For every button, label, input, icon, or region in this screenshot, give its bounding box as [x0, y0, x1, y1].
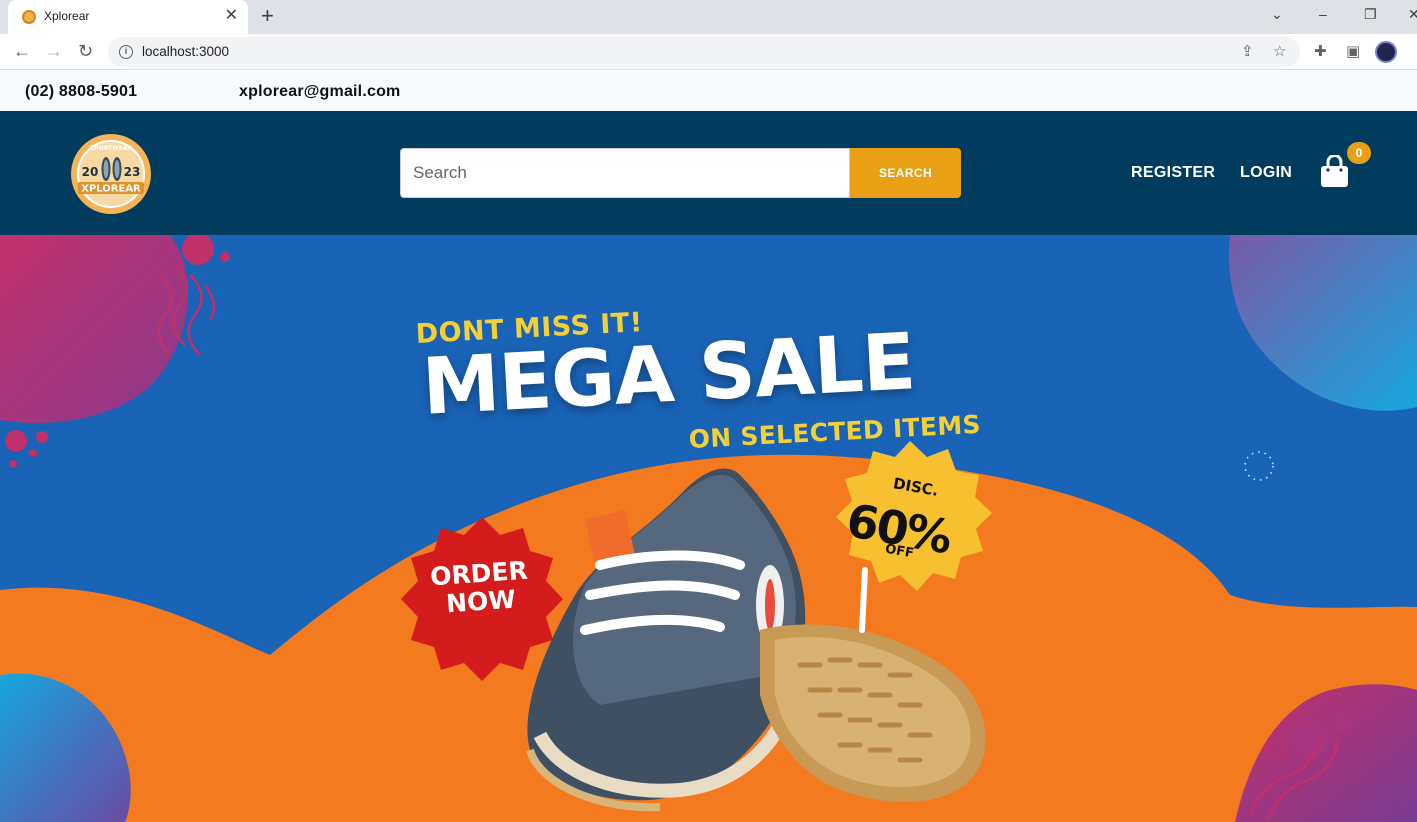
- logo-tagline: SPORTWEAR: [90, 145, 133, 152]
- restore-icon[interactable]: ❐: [1364, 6, 1377, 22]
- search-button[interactable]: SEARCH: [850, 148, 961, 198]
- shopping-bag-icon[interactable]: [1320, 155, 1349, 188]
- reload-icon[interactable]: ↻: [78, 42, 93, 60]
- tab-search-icon[interactable]: ⌄: [1271, 6, 1283, 22]
- url-text[interactable]: localhost:3000: [142, 44, 229, 59]
- login-link[interactable]: LOGIN: [1240, 164, 1292, 182]
- site-header: XPLOREAR 20 23 SPORTWEAR SEARCH REGISTER…: [0, 111, 1417, 235]
- share-icon[interactable]: ⇪: [1241, 43, 1254, 61]
- logo-year-right: 23: [124, 165, 141, 179]
- xplorear-logo[interactable]: XPLOREAR 20 23 SPORTWEAR: [70, 133, 152, 215]
- bookmark-star-icon[interactable]: ☆: [1273, 43, 1286, 61]
- site-info-icon[interactable]: i: [119, 45, 133, 59]
- profile-avatar[interactable]: [1375, 41, 1397, 63]
- tab-title: Xplorear: [44, 9, 90, 23]
- window-close-icon[interactable]: ✕: [1408, 6, 1417, 22]
- cart-count-badge: 0: [1347, 142, 1371, 164]
- browser-tab[interactable]: Xplorear ✕: [8, 0, 248, 34]
- address-bar[interactable]: i localhost:3000 ⇪ ☆: [108, 37, 1300, 67]
- register-link[interactable]: REGISTER: [1131, 164, 1215, 182]
- search-input[interactable]: [400, 148, 850, 198]
- hero-background: [0, 235, 1417, 822]
- new-tab-icon[interactable]: +: [261, 4, 274, 28]
- logo-year-left: 20: [82, 165, 99, 179]
- contact-phone: (02) 8808-5901: [25, 83, 138, 100]
- contact-email: xplorear@gmail.com: [239, 83, 401, 100]
- forward-icon[interactable]: →: [45, 42, 63, 60]
- extensions-icon[interactable]: ✚: [1314, 43, 1327, 61]
- side-panel-icon[interactable]: ▣: [1346, 43, 1360, 61]
- hero-banner[interactable]: DONT MISS IT! MEGA SALE ON SELECTED ITEM…: [0, 235, 1417, 822]
- contact-bar: (02) 8808-5901 xplorear@gmail.com: [0, 71, 1417, 111]
- close-tab-icon[interactable]: ✕: [225, 7, 238, 25]
- favicon-icon: [22, 10, 36, 24]
- order-now-badge[interactable]: ORDER NOW: [418, 556, 542, 620]
- minimize-icon[interactable]: –: [1319, 6, 1327, 22]
- logo-brand-text: XPLOREAR: [81, 184, 141, 195]
- browser-toolbar: ← → ↻ i localhost:3000 ⇪ ☆ ✚ ▣: [0, 34, 1417, 70]
- browser-tabstrip: Xplorear ✕ + ⌄ – ❐ ✕: [0, 0, 1417, 34]
- back-icon[interactable]: ←: [13, 42, 31, 60]
